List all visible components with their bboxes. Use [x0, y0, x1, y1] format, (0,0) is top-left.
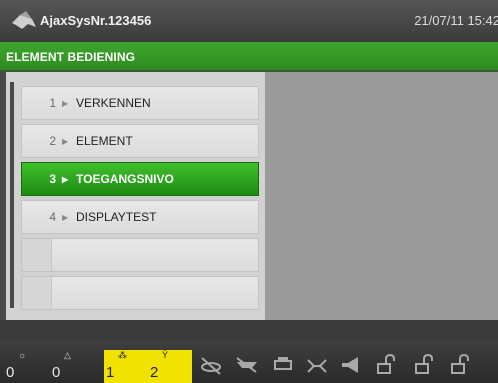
menu-item-stub	[22, 239, 52, 271]
menu-item-element[interactable]: 2 ▶ ELEMENT	[21, 124, 259, 158]
menu-item-label: VERKENNEN	[76, 96, 151, 110]
fault-count: 2	[150, 364, 159, 381]
menu-item-empty	[21, 276, 259, 310]
arrow-right-icon: ▶	[62, 98, 69, 108]
people-count: 1	[106, 364, 115, 381]
sensor-off-icon[interactable]	[234, 352, 260, 378]
detail-pane	[265, 72, 498, 320]
title-bar: AjaxSysNr.123456 21/07/11 15:42	[0, 0, 498, 42]
scroll-indicator[interactable]	[10, 82, 14, 308]
arrow-right-icon: ▶	[62, 212, 69, 222]
people-icon: ⁂	[118, 350, 127, 360]
arrow-right-icon: ▶	[62, 174, 69, 184]
menu-item-verkennen[interactable]: 1 ▶ VERKENNEN	[21, 86, 259, 120]
arrow-right-icon: ▶	[62, 136, 69, 146]
alarm-sun-icon: ☼	[18, 350, 27, 360]
fault-icon: Ϋ	[162, 350, 169, 360]
fault-counter[interactable]: 2 Ϋ	[148, 350, 192, 383]
system-name: AjaxSysNr.123456	[40, 13, 152, 28]
footer-band	[0, 320, 498, 342]
menu-item-empty	[21, 238, 259, 272]
menu-item-number: 3	[49, 172, 56, 186]
menu-item-number: 1	[49, 96, 56, 110]
menu-item-displaytest[interactable]: 4 ▶ DISPLAYTEST	[21, 200, 259, 234]
smoke-detector-off-icon[interactable]	[198, 352, 224, 378]
unlock-icon-2[interactable]	[410, 352, 436, 378]
valve-icon[interactable]	[304, 352, 330, 378]
unlock-icon-3[interactable]	[446, 352, 472, 378]
menu-item-label: ELEMENT	[76, 134, 133, 148]
warning-counter[interactable]: 0 △	[50, 350, 94, 383]
alarm-count: 0	[6, 364, 15, 381]
menu-list: 1 ▶ VERKENNEN 2 ▶ ELEMENT 3 ▶ TOEGANGSNI…	[21, 86, 259, 314]
printer-icon[interactable]	[270, 352, 296, 378]
menu-item-number: 2	[49, 134, 56, 148]
people-counter[interactable]: 1 ⁂	[104, 350, 148, 383]
menu-item-toegangsnivo[interactable]: 3 ▶ TOEGANGSNIVO	[21, 162, 259, 196]
alarm-counter[interactable]: 0 ☼	[4, 350, 48, 383]
status-bar: 0 ☼ 0 △ 1 ⁂ 2 Ϋ	[0, 342, 498, 383]
menu-pane: 1 ▶ VERKENNEN 2 ▶ ELEMENT 3 ▶ TOEGANGSNI…	[6, 72, 265, 320]
unlock-icon-1[interactable]	[372, 352, 398, 378]
page-title: ELEMENT BEDIENING	[0, 42, 498, 71]
horn-icon[interactable]	[338, 352, 364, 378]
ajax-logo-icon	[12, 11, 36, 29]
menu-item-label: DISPLAYTEST	[76, 210, 157, 224]
datetime: 21/07/11 15:42	[414, 13, 498, 28]
warning-count: 0	[52, 364, 61, 381]
menu-item-stub	[22, 277, 52, 309]
menu-item-number: 4	[49, 210, 56, 224]
content-area: 1 ▶ VERKENNEN 2 ▶ ELEMENT 3 ▶ TOEGANGSNI…	[6, 72, 498, 320]
menu-item-label: TOEGANGSNIVO	[76, 172, 174, 186]
warning-icon: △	[64, 350, 71, 360]
